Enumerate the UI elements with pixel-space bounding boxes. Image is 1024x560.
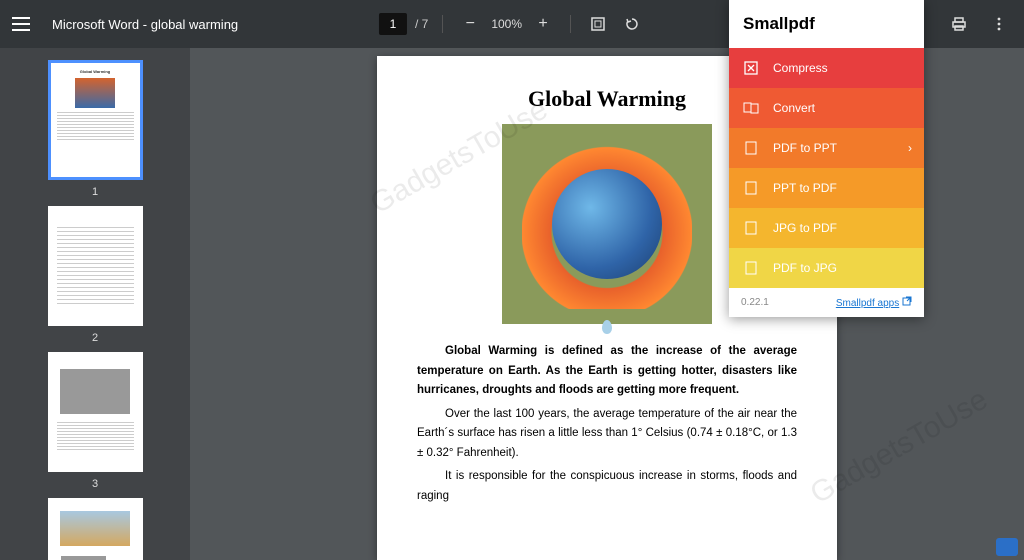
more-icon[interactable] bbox=[986, 11, 1012, 37]
menu-compress[interactable]: Compress bbox=[729, 48, 924, 88]
file-icon bbox=[743, 220, 759, 236]
chevron-right-icon: › bbox=[908, 141, 912, 155]
rotate-button[interactable] bbox=[619, 11, 645, 37]
body-text: Global Warming is defined as the increas… bbox=[417, 342, 797, 506]
page-total: / 7 bbox=[415, 17, 428, 31]
paragraph-1: Global Warming is defined as the increas… bbox=[417, 345, 797, 396]
smallpdf-apps-link[interactable]: Smallpdf apps bbox=[836, 298, 899, 309]
menu-convert[interactable]: Convert bbox=[729, 88, 924, 128]
paragraph-2: Over the last 100 years, the average tem… bbox=[417, 405, 797, 464]
convert-icon bbox=[743, 100, 759, 116]
menu-label: JPG to PDF bbox=[773, 221, 837, 235]
menu-pdf-to-ppt[interactable]: PDF to PPT › bbox=[729, 128, 924, 168]
fit-page-button[interactable] bbox=[585, 11, 611, 37]
file-icon bbox=[743, 180, 759, 196]
thumb-number: 2 bbox=[92, 332, 98, 344]
panel-footer: 0.22.1 Smallpdf apps bbox=[729, 288, 924, 317]
zoom-out-button[interactable]: − bbox=[457, 11, 483, 37]
document-title: Microsoft Word - global warming bbox=[52, 17, 238, 32]
menu-jpg-to-pdf[interactable]: JPG to PDF bbox=[729, 208, 924, 248]
menu-label: Convert bbox=[773, 101, 815, 115]
toolbar-center: / 7 − 100% + bbox=[379, 11, 645, 37]
thumbnail-2[interactable]: 2 bbox=[35, 206, 155, 344]
file-icon bbox=[743, 260, 759, 276]
hero-image bbox=[502, 124, 712, 324]
menu-icon[interactable] bbox=[12, 12, 36, 36]
thumbnail-3[interactable]: 3 bbox=[35, 352, 155, 490]
zoom-in-button[interactable]: + bbox=[530, 11, 556, 37]
version-label: 0.22.1 bbox=[741, 297, 769, 308]
menu-ppt-to-pdf[interactable]: PPT to PDF bbox=[729, 168, 924, 208]
menu-label: Compress bbox=[773, 61, 828, 75]
thumbnail-1[interactable]: Global Warming 1 bbox=[35, 60, 155, 198]
external-link-icon bbox=[902, 296, 912, 306]
zoom-level: 100% bbox=[491, 17, 522, 31]
corner-logo bbox=[996, 538, 1018, 556]
menu-label: PDF to JPG bbox=[773, 261, 837, 275]
menu-label: PDF to PPT bbox=[773, 141, 837, 155]
compress-icon bbox=[743, 60, 759, 76]
separator bbox=[570, 15, 571, 33]
page-input[interactable] bbox=[379, 13, 407, 35]
thumb-number: 3 bbox=[92, 478, 98, 490]
separator bbox=[442, 15, 443, 33]
thumbnail-4[interactable] bbox=[35, 498, 155, 560]
thumbnail-sidebar[interactable]: Global Warming 1 2 3 bbox=[0, 48, 190, 560]
smallpdf-panel: Smallpdf Compress Convert PDF to PPT › P… bbox=[729, 0, 924, 317]
paragraph-3: It is responsible for the conspicuous in… bbox=[417, 467, 797, 506]
file-icon bbox=[743, 140, 759, 156]
panel-title: Smallpdf bbox=[729, 0, 924, 48]
print-button[interactable] bbox=[946, 11, 972, 37]
menu-label: PPT to PDF bbox=[773, 181, 837, 195]
menu-pdf-to-jpg[interactable]: PDF to JPG bbox=[729, 248, 924, 288]
thumb-number: 1 bbox=[92, 186, 98, 198]
